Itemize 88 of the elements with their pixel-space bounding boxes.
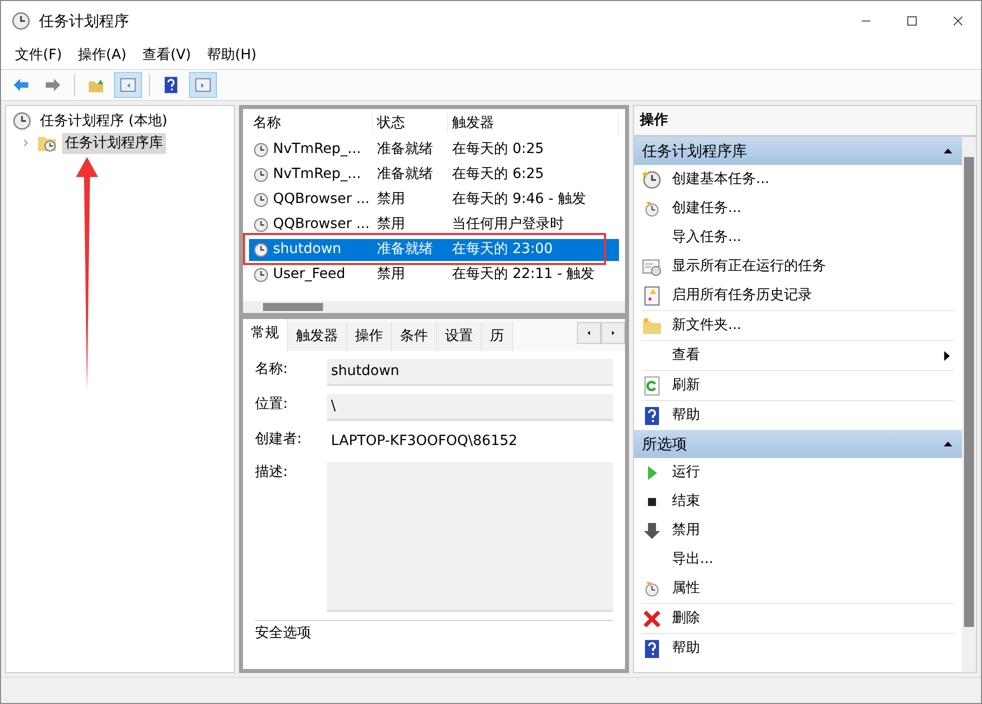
action-item[interactable]: 查看 [634,341,962,370]
field-label: 位置: [255,395,289,414]
action-item[interactable]: 刷新 [634,371,962,400]
pane-icon[interactable] [194,76,212,94]
table-cell-text: 当任何用户登录时 [451,215,565,234]
clock-icon [253,266,269,282]
window-clock-icon [642,256,662,276]
tab[interactable]: 设置 [437,322,482,351]
action-item[interactable]: 属性 [634,574,962,603]
menu-item[interactable]: 帮助(H) [199,44,264,66]
table-cell-text: 准备就绪 [376,165,434,184]
clock-icon [253,166,269,182]
tab[interactable]: 历 [482,322,513,351]
action-item[interactable]: 显示所有正在运行的任务 [634,252,962,281]
column-header[interactable]: 名称 [249,112,373,134]
close-icon[interactable] [951,14,965,28]
column-header[interactable]: 触发器 [448,112,619,134]
action-item[interactable]: 帮助 [634,634,962,663]
field-label: 描述: [255,463,289,482]
action-item[interactable]: 结束 [634,487,962,516]
help-icon [642,406,662,426]
action-item[interactable]: 导出... [634,545,962,574]
action-item[interactable]: 启用所有任务历史记录 [634,281,962,310]
tab[interactable]: 操作 [347,322,392,351]
clock-icon [12,111,32,131]
action-item[interactable]: 创建任务... [634,194,962,223]
task-name: QQBrowser ... [273,215,370,234]
clock-icon [253,192,269,208]
clock-icon [253,142,269,158]
table-cell-text: 禁用 [376,265,406,284]
task-name: shutdown [273,240,342,259]
task-name: User_Feed [273,265,346,284]
table-cell-text: 禁用 [376,215,406,234]
action-item[interactable]: 导入任务... [634,223,962,252]
table-cell-text: 准备就绪 [376,140,434,159]
section-title: 安全选项 [255,620,613,644]
delete-icon [642,608,662,628]
clock-icon [11,11,31,31]
task-name: NvTmRep_... [273,165,361,184]
panel-title: 操作 [634,106,976,137]
folder-icon [642,316,662,336]
action-item[interactable]: 禁用 [634,516,962,545]
field-label: 创建者: [255,430,303,449]
action-item[interactable]: 帮助 [634,401,962,430]
forward-arrow-icon[interactable] [44,76,62,94]
action-item[interactable]: 新文件夹... [634,311,962,340]
table-cell-text: 在每天的 9:46 - 触发 [451,190,587,209]
task-name: NvTmRep_... [273,140,361,159]
back-arrow-icon[interactable] [12,76,30,94]
field-label: 名称: [255,360,289,379]
action-item[interactable]: 运行 [634,458,962,487]
maximize-icon[interactable] [905,14,919,28]
clock-icon [642,170,662,190]
scrollbar[interactable] [962,137,976,672]
down-arrow-icon [642,520,662,540]
table-cell-text: 在每天的 6:25 [451,165,545,184]
column-header[interactable]: 状态 [373,112,448,134]
menu-item[interactable]: 文件(F) [7,44,70,66]
menu-item[interactable]: 查看(V) [134,44,200,66]
table-cell-text: 在每天的 22:11 - 触发 [451,265,596,284]
tree-item[interactable]: 任务计划程序库 [62,132,166,154]
table-cell: 在每天的 23:00 [448,238,619,260]
input-field[interactable]: \ [327,394,613,421]
window-title: 任务计划程序 [39,10,129,32]
log-icon [642,286,662,306]
tab[interactable]: 条件 [392,322,437,351]
tree-item[interactable]: 任务计划程序 (本地) [37,110,170,132]
menu-item[interactable]: 操作(A) [70,44,134,66]
clock-icon [253,216,269,232]
action-item[interactable]: 创建基本任务... [634,165,962,194]
input-field[interactable]: shutdown [327,359,613,386]
group-title: 任务计划程序库 [642,140,747,162]
pane-icon[interactable] [119,76,137,94]
refresh-icon [642,376,662,396]
table-cell-text: 禁用 [376,190,406,209]
clock-icon [253,242,269,258]
help-icon[interactable] [162,76,180,94]
group-title: 所选项 [642,434,687,455]
task-name: QQBrowser ... [273,190,370,209]
tab[interactable]: 触发器 [288,322,347,351]
input-field[interactable] [327,462,613,612]
table-cell-text: 在每天的 0:25 [451,140,545,159]
action-item[interactable]: 删除 [634,604,962,633]
tab[interactable]: 常规 [243,319,288,351]
help-icon [642,638,662,658]
scrollbar[interactable] [243,301,625,313]
field-value: LAPTOP-KF3OOFOQ\86152 [330,432,518,451]
table-cell: 准备就绪 [373,238,448,260]
